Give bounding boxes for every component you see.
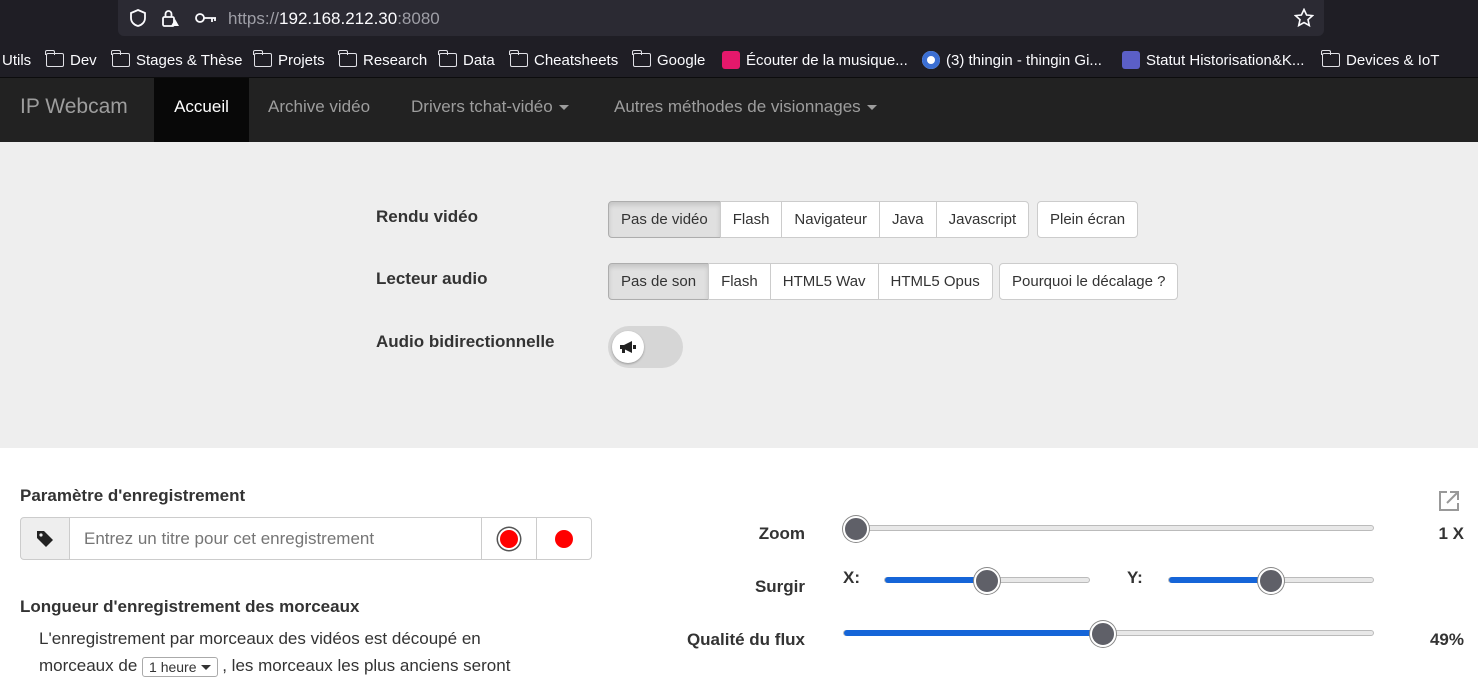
audio-option-html5-wav[interactable]: HTML5 Wav [769, 263, 879, 300]
crop-y-fill [1169, 577, 1271, 583]
video-option-none[interactable]: Pas de vidéo [608, 201, 721, 238]
chunk-description-line1: L'enregistrement par morceaux des vidéos… [39, 629, 481, 648]
music-favicon [722, 51, 740, 69]
url-text[interactable]: https://192.168.212.30:8080 [228, 9, 440, 29]
zoom-label: Zoom [758, 524, 805, 543]
brand-title[interactable]: IP Webcam [20, 95, 128, 119]
folder-icon [111, 50, 130, 67]
crop-label: Surgir [754, 577, 805, 596]
stream-quality-slider-thumb[interactable] [1090, 621, 1116, 647]
caret-down-icon [866, 105, 877, 111]
caret-down-icon [558, 105, 569, 111]
caret-down-icon [200, 665, 211, 671]
folder-icon [45, 50, 64, 67]
zoom-slider-thumb[interactable] [843, 516, 869, 542]
folder-icon [509, 50, 528, 67]
nav-archive-video[interactable]: Archive vidéo [268, 78, 370, 142]
why-lag-button[interactable]: Pourquoi le décalage ? [999, 263, 1179, 300]
video-option-javascript[interactable]: Javascript [935, 201, 1030, 238]
stream-quality-slider[interactable] [843, 621, 1374, 647]
key-icon[interactable] [194, 8, 218, 28]
folder-icon [632, 50, 651, 67]
crop-y-slider[interactable] [1168, 568, 1374, 594]
nav-accueil[interactable]: Accueil [154, 78, 249, 142]
nav-drivers-tchat-video[interactable]: Drivers tchat-vidéo [411, 78, 569, 142]
crop-y-label: Y: [1127, 568, 1143, 587]
video-render-group: Pas de vidéo Flash Navigateur Java Javas… [608, 201, 1030, 238]
folder-icon [253, 50, 272, 67]
recording-settings-title: Paramètre d'enregistrement [20, 486, 246, 505]
teams-favicon [1122, 51, 1140, 69]
star-bookmark-icon[interactable] [1294, 8, 1314, 28]
audio-option-none[interactable]: Pas de son [608, 263, 710, 300]
stream-quality-value: 49% [1429, 630, 1464, 649]
audio-player-group: Pas de son Flash HTML5 Wav HTML5 Opus [608, 263, 993, 300]
nav-autres-methodes[interactable]: Autres méthodes de visionnages [614, 78, 877, 142]
thingin-favicon [922, 51, 940, 69]
bookmark-data[interactable]: Data [438, 50, 495, 70]
crop-x-slider[interactable] [884, 568, 1090, 594]
record-start-button[interactable] [536, 517, 592, 560]
video-option-flash[interactable]: Flash [719, 201, 783, 238]
audio-player-label: Lecteur audio [376, 269, 488, 288]
bidirectional-audio-toggle[interactable] [608, 326, 683, 368]
bidirectional-audio-label: Audio bidirectionnelle [376, 332, 555, 351]
stream-quality-label: Qualité du flux [686, 630, 805, 649]
recording-title-input[interactable] [70, 517, 482, 560]
bookmark-stages-these[interactable]: Stages & Thèse [111, 50, 242, 70]
chunk-length-title: Longueur d'enregistrement des morceaux [20, 597, 360, 616]
crop-x-fill [885, 577, 987, 583]
address-bar[interactable]: https://192.168.212.30:8080 [118, 0, 1324, 36]
bookmark-thingin[interactable]: (3) thingin - thingin Gi... [922, 50, 1102, 70]
bookmark-dev[interactable]: Dev [45, 50, 97, 70]
zoom-value: 1 X [1438, 524, 1464, 543]
zoom-slider[interactable] [843, 516, 1374, 542]
fullscreen-button[interactable]: Plein écran [1037, 201, 1139, 238]
folder-icon [438, 50, 457, 67]
record-dot-icon [555, 529, 573, 548]
bookmarks-bar: Utils Dev Stages & Thèse Projets Researc… [0, 38, 1478, 78]
record-ring-icon [500, 529, 518, 548]
bookmark-statut[interactable]: Statut Historisation&K... [1122, 50, 1304, 70]
browser-toolbar: https://192.168.212.30:8080 [0, 0, 1478, 38]
audio-option-flash[interactable]: Flash [708, 263, 771, 300]
audio-option-html5-opus[interactable]: HTML5 Opus [877, 263, 993, 300]
folder-icon [1321, 50, 1340, 67]
bookmark-projets[interactable]: Projets [253, 50, 325, 70]
folder-icon [338, 50, 357, 67]
megaphone-icon [612, 331, 644, 363]
shield-icon[interactable] [128, 8, 148, 28]
bookmark-google[interactable]: Google [632, 50, 705, 70]
crop-y-slider-thumb[interactable] [1258, 568, 1284, 594]
chunk-length-select[interactable]: 1 heure [142, 656, 218, 677]
lock-warning-icon[interactable] [160, 8, 180, 28]
bookmark-devices-iot[interactable]: Devices & IoT [1321, 50, 1439, 70]
bookmark-research[interactable]: Research [338, 50, 427, 70]
app-navbar: IP Webcam Accueil Archive vidéo Drivers … [0, 78, 1478, 142]
crop-x-slider-thumb[interactable] [974, 568, 1000, 594]
recording-title-group [20, 517, 592, 560]
crop-x-label: X: [843, 568, 860, 587]
video-render-label: Rendu vidéo [376, 207, 479, 226]
external-link-icon[interactable] [1437, 489, 1461, 513]
tag-icon [20, 517, 70, 560]
bookmark-utils[interactable]: Utils [2, 50, 31, 70]
record-start-ring-button[interactable] [481, 517, 537, 560]
bookmark-cheatsheets[interactable]: Cheatsheets [509, 50, 618, 70]
chunk-description-line2: morceaux de 1 heure , les morceaux les p… [39, 656, 511, 677]
video-option-browser[interactable]: Navigateur [781, 201, 880, 238]
bookmark-music[interactable]: Écouter de la musique... [722, 50, 908, 70]
stream-quality-fill [844, 630, 1103, 636]
video-option-java[interactable]: Java [878, 201, 937, 238]
